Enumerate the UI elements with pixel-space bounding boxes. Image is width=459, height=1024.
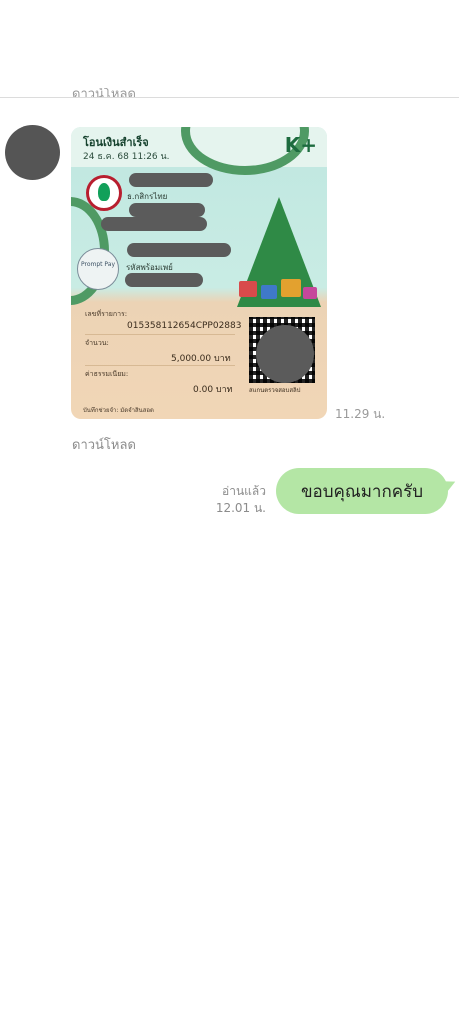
- header-divider: [0, 97, 459, 98]
- redacted-sender-name: [129, 173, 213, 187]
- fee-label: ค่าธรรมเนียม:: [85, 370, 129, 378]
- gift-icon: [239, 281, 257, 297]
- outgoing-message-bubble[interactable]: ขอบคุณมากครับ: [276, 468, 448, 514]
- slip-date: 24 ธ.ค. 68 11:26 น.: [83, 152, 170, 162]
- redacted-receiver-name: [127, 243, 231, 257]
- field-divider: [85, 334, 235, 335]
- redacted-sender-account: [101, 217, 207, 231]
- kplus-logo: K+: [284, 133, 317, 157]
- download-link[interactable]: ดาวน์โหลด: [72, 434, 136, 455]
- field-divider: [85, 365, 235, 366]
- outgoing-message-text: ขอบคุณมากครับ: [300, 481, 424, 502]
- kbank-logo-icon: [86, 175, 122, 211]
- transfer-slip-image[interactable]: โอนเงินสำเร็จ 24 ธ.ค. 68 11:26 น. K+ ธ.ก…: [71, 127, 327, 419]
- ref-label: เลขที่รายการ:: [85, 310, 128, 318]
- redacted-receiver-id: [125, 273, 203, 287]
- redacted-qr-overlay: [256, 325, 314, 383]
- sender-bank-name: ธ.กสิกรไทย: [127, 192, 168, 201]
- gift-icon: [261, 285, 277, 299]
- header-area: [0, 0, 459, 98]
- outgoing-timestamp: 12.01 น.: [215, 501, 266, 515]
- incoming-timestamp: 11.29 น.: [335, 407, 386, 421]
- ref-value: 015358112654CPP02883: [127, 321, 242, 331]
- previous-download-label[interactable]: ดาวน์โหลด: [72, 88, 136, 97]
- slip-memo: บันทึกช่วยจำ: มัดจำสินสอด: [83, 407, 154, 414]
- gift-icon: [303, 287, 317, 299]
- sender-avatar[interactable]: [5, 125, 60, 180]
- gift-icon: [281, 279, 301, 297]
- promptpay-logo-icon: Prompt Pay: [77, 248, 119, 290]
- redacted-sender-account: [129, 203, 205, 217]
- amount-value: 5,000.00 บาท: [171, 354, 231, 364]
- amount-label: จำนวน:: [85, 339, 109, 347]
- fee-value: 0.00 บาท: [193, 385, 233, 395]
- qr-caption: สแกนตรวจสอบสลิป: [249, 387, 301, 394]
